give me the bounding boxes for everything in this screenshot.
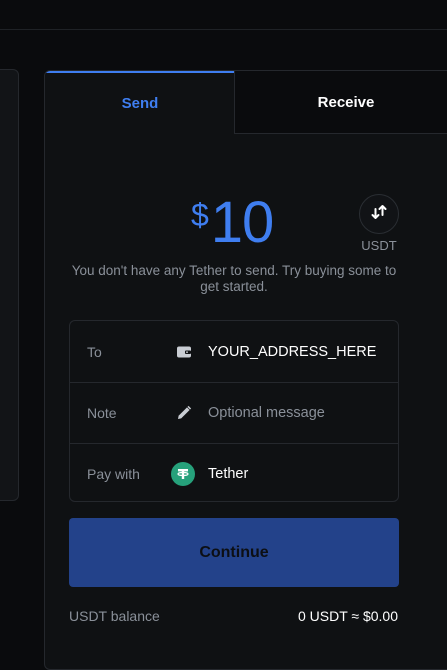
no-funds-notice: You don't have any Tether to send. Try b… — [71, 263, 397, 294]
tab-send[interactable]: Send — [45, 71, 235, 134]
tab-bar: Send Receive — [45, 71, 447, 134]
swap-arrows-icon — [371, 204, 387, 225]
wallet-icon — [176, 344, 192, 360]
pencil-icon — [176, 405, 192, 421]
currency-symbol: $ — [191, 197, 209, 233]
to-address-value[interactable]: YOUR_ADDRESS_HERE — [208, 344, 376, 360]
pay-with-asset: Tether — [208, 465, 249, 482]
note-row[interactable]: Note Optional message — [70, 382, 398, 443]
balance-value: 0 USDT ≈ $0.00 — [297, 608, 398, 624]
note-input[interactable]: Optional message — [208, 405, 325, 421]
balance-label: USDT balance — [69, 608, 160, 624]
tab-receive[interactable]: Receive — [234, 71, 447, 134]
swap-currency-label: USDT — [361, 238, 397, 253]
pay-with-label: Pay with — [87, 465, 140, 482]
send-form: To YOUR_ADDRESS_HERE Note Optional messa… — [69, 320, 399, 502]
note-label: Note — [87, 405, 117, 421]
continue-button[interactable]: Continue — [69, 518, 399, 587]
send-receive-card: Send Receive $ 10 USDT You don't have an… — [44, 70, 447, 670]
pay-with-row[interactable]: Pay with Tether — [70, 443, 398, 503]
to-label: To — [87, 343, 102, 360]
top-bar — [0, 0, 447, 30]
to-row[interactable]: To YOUR_ADDRESS_HERE — [70, 321, 398, 382]
tether-icon — [171, 461, 195, 486]
amount-display[interactable]: $ 10 — [191, 190, 275, 255]
amount-value: 10 — [210, 190, 275, 255]
swap-currency-button[interactable] — [359, 194, 399, 234]
left-side-panel — [0, 69, 19, 501]
